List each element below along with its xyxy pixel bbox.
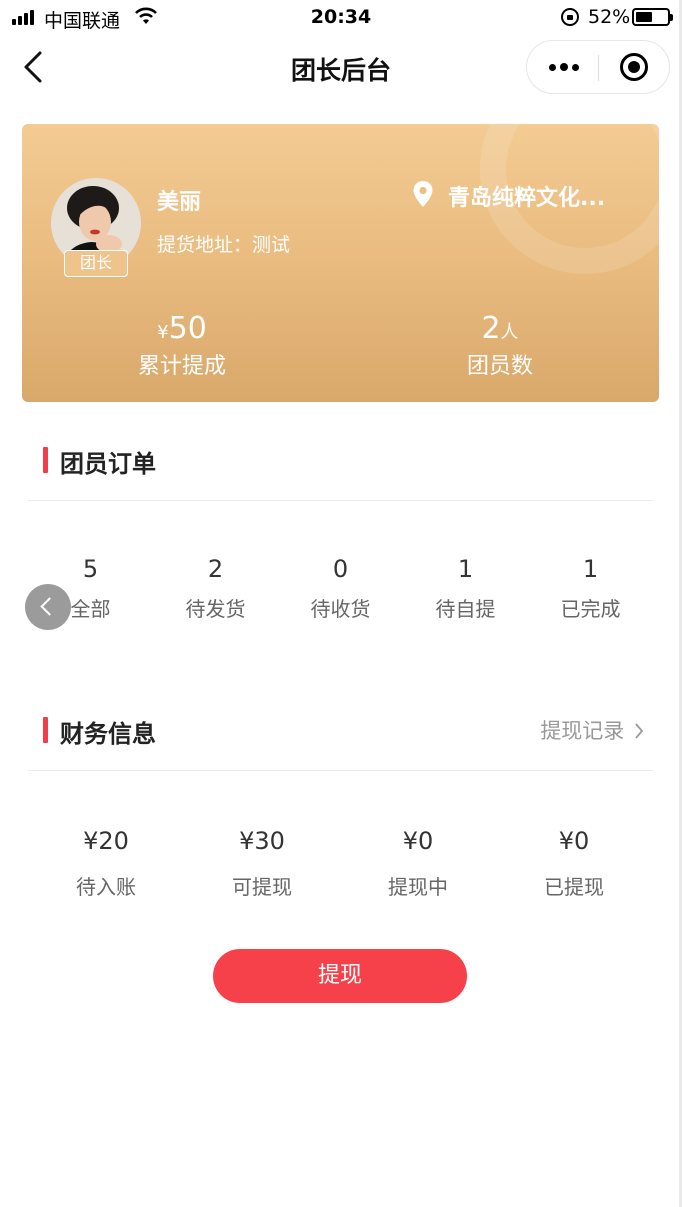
finance-withdrawable: ¥30 可提现 xyxy=(184,824,340,902)
order-count: 0 xyxy=(332,555,349,583)
leader-card: 团长 美丽 提货地址：测试 青岛纯粹文化... ¥50 累计提成 2人 团员数 xyxy=(22,124,659,402)
shop-name[interactable]: 青岛纯粹文化... xyxy=(448,180,628,212)
commission-stat: ¥50 累计提成 xyxy=(82,310,282,382)
commission-value: 50 xyxy=(168,311,207,346)
order-count: 5 xyxy=(82,555,99,583)
chevron-right-icon xyxy=(635,723,644,739)
order-count: 1 xyxy=(457,555,474,583)
currency-symbol: ¥ xyxy=(157,322,169,343)
orientation-lock-icon xyxy=(561,8,579,26)
leader-badge: 团长 xyxy=(64,250,128,277)
battery-percent: 52% xyxy=(588,6,631,28)
finance-value: ¥0 xyxy=(558,827,590,855)
battery-icon xyxy=(632,8,673,26)
order-filter-to-ship[interactable]: 2 待发货 xyxy=(153,552,278,624)
pickup-address: 提货地址：测试 xyxy=(157,234,291,256)
members-label: 团员数 xyxy=(466,354,533,379)
finance-pending: ¥20 待入账 xyxy=(28,824,184,902)
more-icon[interactable] xyxy=(527,41,598,93)
clock: 20:34 xyxy=(310,6,372,28)
finance-label: 已提现 xyxy=(544,875,604,899)
finance-withdrawing: ¥0 提现中 xyxy=(340,824,496,902)
withdraw-button[interactable]: 提现 xyxy=(213,949,467,1003)
order-count: 2 xyxy=(207,555,224,583)
orders-section-header: 团员订单 xyxy=(28,423,653,501)
order-label: 待自提 xyxy=(435,597,496,621)
order-label: 待收货 xyxy=(310,597,371,621)
floating-back-icon[interactable] xyxy=(25,584,71,630)
status-bar: 中国联通 20:34 52% xyxy=(0,0,682,34)
members-value: 2 xyxy=(481,311,501,346)
leader-name: 美丽 xyxy=(157,190,202,215)
order-count: 1 xyxy=(582,555,599,583)
finance-value: ¥0 xyxy=(402,827,434,855)
orders-title: 团员订单 xyxy=(60,450,156,478)
order-label: 待发货 xyxy=(185,597,246,621)
order-filter-completed[interactable]: 1 已完成 xyxy=(528,552,653,624)
members-stat: 2人 团员数 xyxy=(400,310,600,382)
order-filter-to-receive[interactable]: 0 待收货 xyxy=(278,552,403,624)
finance-label: 提现中 xyxy=(388,875,448,899)
location-pin-icon xyxy=(413,181,433,207)
members-unit: 人 xyxy=(500,322,519,343)
order-label: 已完成 xyxy=(560,597,621,621)
withdraw-history-link[interactable]: 提现记录 xyxy=(540,715,645,745)
finance-label: 可提现 xyxy=(232,875,292,899)
commission-label: 累计提成 xyxy=(137,354,226,379)
order-filter-self-pickup[interactable]: 1 待自提 xyxy=(403,552,528,624)
mini-program-capsule xyxy=(526,40,670,94)
finance-withdrawn: ¥0 已提现 xyxy=(496,824,652,902)
finance-label: 待入账 xyxy=(76,875,136,899)
finance-section-header: 财务信息 提现记录 xyxy=(28,693,653,771)
finance-title: 财务信息 xyxy=(60,720,156,748)
close-mini-program-icon[interactable] xyxy=(599,41,669,93)
finance-value: ¥30 xyxy=(239,827,285,855)
nav-bar: 团长后台 xyxy=(0,34,682,100)
section-accent-bar xyxy=(43,447,48,473)
finance-value: ¥20 xyxy=(83,827,129,855)
withdraw-history-label: 提现记录 xyxy=(540,719,625,743)
section-accent-bar xyxy=(43,717,48,743)
